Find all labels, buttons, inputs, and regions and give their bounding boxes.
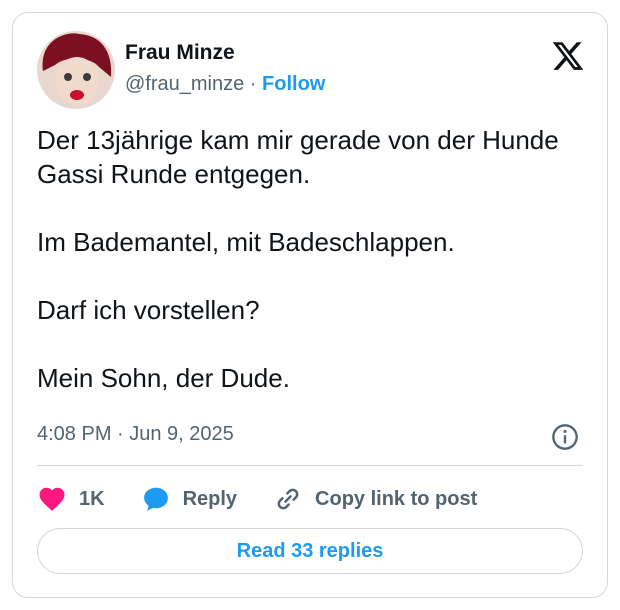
author-handle-row: @frau_minze · Follow [125,73,325,96]
copy-link-label: Copy link to post [315,487,478,510]
tweet-card: Frau Minze @frau_minze · Follow Der 13jä… [12,12,608,598]
tweet-timestamp[interactable]: 4:08 PM · Jun 9, 2025 [37,423,234,446]
copy-link-button[interactable]: Copy link to post [273,484,477,514]
tweet-text: Der 13jährige kam mir gerade von der Hun… [37,123,585,395]
info-icon[interactable] [551,423,579,451]
reply-bubble-icon [143,487,168,511]
x-logo-icon[interactable] [551,39,585,73]
divider [37,465,583,466]
tweet-paragraph: Der 13jährige kam mir gerade von der Hun… [37,125,559,189]
reply-button[interactable]: Reply [141,484,237,514]
author-name[interactable]: Frau Minze [125,41,235,65]
handle-separator: · [244,73,263,95]
avatar[interactable] [37,31,115,109]
link-icon [277,488,299,510]
follow-button[interactable]: Follow [262,73,325,95]
tweet-paragraph: Mein Sohn, der Dude. [37,363,290,393]
read-replies-button[interactable]: Read 33 replies [37,528,583,574]
reply-label: Reply [182,487,238,510]
author-handle[interactable]: @frau_minze [125,73,244,95]
tweet-paragraph: Darf ich vorstellen? [37,295,260,325]
tweet-paragraph: Im Bademantel, mit Badeschlappen. [37,227,455,257]
heart-icon [39,487,65,511]
action-bar: 1K Reply Copy link to post [37,483,513,515]
like-button[interactable]: 1K [37,484,105,514]
like-count: 1K [79,487,105,510]
